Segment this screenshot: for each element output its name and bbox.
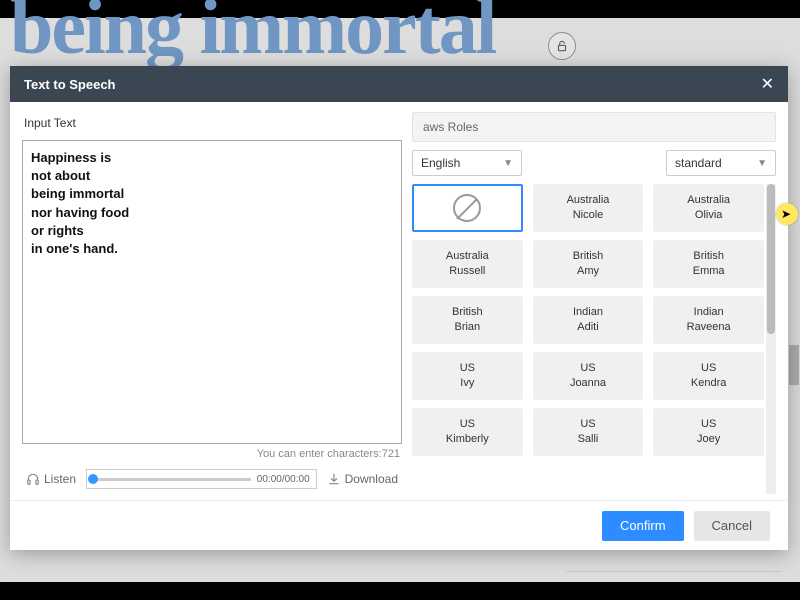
voice-list: AustraliaNicoleAustraliaOliviaAustraliaR…: [412, 184, 776, 494]
voice-region: British: [693, 249, 724, 264]
voice-region: Indian: [694, 305, 724, 320]
modal-title: Text to Speech: [24, 77, 116, 92]
voice-name: Russell: [449, 264, 485, 279]
char-count: You can enter characters:721: [22, 448, 400, 460]
voice-region: US: [580, 417, 595, 432]
voice-region: British: [573, 249, 604, 264]
voice-name: Salli: [578, 432, 599, 447]
voice-aditi[interactable]: IndianAditi: [533, 296, 644, 344]
left-pane: Input Text Happiness isnot aboutbeing im…: [22, 112, 402, 494]
text-input[interactable]: Happiness isnot aboutbeing immortalnor h…: [22, 140, 402, 444]
voice-region: Australia: [446, 249, 489, 264]
voice-region: US: [701, 417, 716, 432]
confirm-button[interactable]: Confirm: [602, 511, 684, 541]
voice-olivia[interactable]: AustraliaOlivia: [653, 184, 764, 232]
tts-modal: Text to Speech ✕ Input Text Happiness is…: [10, 66, 788, 550]
roles-input[interactable]: [412, 112, 776, 142]
voice-name: Joanna: [570, 376, 606, 391]
none-icon: [453, 194, 481, 222]
voice-name: Olivia: [695, 208, 723, 223]
voice-name: Emma: [693, 264, 725, 279]
voice-ivy[interactable]: USIvy: [412, 352, 523, 400]
voice-name: Raveena: [687, 320, 731, 335]
modal-footer: Confirm Cancel: [10, 500, 788, 550]
voice-name: Brian: [454, 320, 480, 335]
language-dropdown[interactable]: English ▼: [412, 150, 522, 176]
slider-track: [93, 478, 251, 481]
cursor-icon: ➤: [781, 207, 791, 221]
voice-name: Nicole: [573, 208, 604, 223]
dropdown-row: English ▼ standard ▼: [412, 150, 776, 176]
voice-kimberly[interactable]: USKimberly: [412, 408, 523, 456]
voice-region: Australia: [567, 193, 610, 208]
voice-name: Kimberly: [446, 432, 489, 447]
headphones-icon: [26, 472, 40, 486]
voice-region: British: [452, 305, 483, 320]
time-display: 00:00/00:00: [257, 474, 310, 485]
voice-joey[interactable]: USJoey: [653, 408, 764, 456]
voice-scroll-thumb[interactable]: [767, 184, 775, 334]
download-button[interactable]: Download: [323, 470, 402, 488]
voice-amy[interactable]: BritishAmy: [533, 240, 644, 288]
voice-joanna[interactable]: USJoanna: [533, 352, 644, 400]
voice-none[interactable]: [412, 184, 523, 232]
voice-scrollbar[interactable]: [766, 184, 776, 494]
voice-raveena[interactable]: IndianRaveena: [653, 296, 764, 344]
cancel-button[interactable]: Cancel: [694, 511, 770, 541]
voice-region: US: [460, 417, 475, 432]
modal-header: Text to Speech ✕: [10, 66, 788, 102]
engine-dropdown[interactable]: standard ▼: [666, 150, 776, 176]
voice-region: Australia: [687, 193, 730, 208]
voice-brian[interactable]: BritishBrian: [412, 296, 523, 344]
voice-name: Joey: [697, 432, 720, 447]
listen-button[interactable]: Listen: [22, 470, 80, 488]
playback-controls: Listen 00:00/00:00 Download: [22, 464, 402, 494]
voice-name: Aditi: [577, 320, 598, 335]
voice-russell[interactable]: AustraliaRussell: [412, 240, 523, 288]
voice-nicole[interactable]: AustraliaNicole: [533, 184, 644, 232]
voice-salli[interactable]: USSalli: [533, 408, 644, 456]
voice-region: US: [580, 361, 595, 376]
chevron-down-icon: ▼: [503, 158, 513, 169]
slider-thumb[interactable]: [88, 474, 98, 484]
chevron-down-icon: ▼: [757, 158, 767, 169]
download-icon: [327, 472, 341, 486]
voice-name: Ivy: [460, 376, 474, 391]
voice-name: Kendra: [691, 376, 726, 391]
input-text-label: Input Text: [24, 116, 402, 130]
progress-slider[interactable]: 00:00/00:00: [86, 469, 317, 489]
voice-name: Amy: [577, 264, 599, 279]
voice-kendra[interactable]: USKendra: [653, 352, 764, 400]
voice-region: US: [701, 361, 716, 376]
close-icon[interactable]: ✕: [761, 74, 774, 94]
voice-region: Indian: [573, 305, 603, 320]
modal-body: Input Text Happiness isnot aboutbeing im…: [10, 102, 788, 500]
voice-region: US: [460, 361, 475, 376]
voice-emma[interactable]: BritishEmma: [653, 240, 764, 288]
right-pane: English ▼ standard ▼ AustraliaNicoleAust…: [412, 112, 776, 494]
